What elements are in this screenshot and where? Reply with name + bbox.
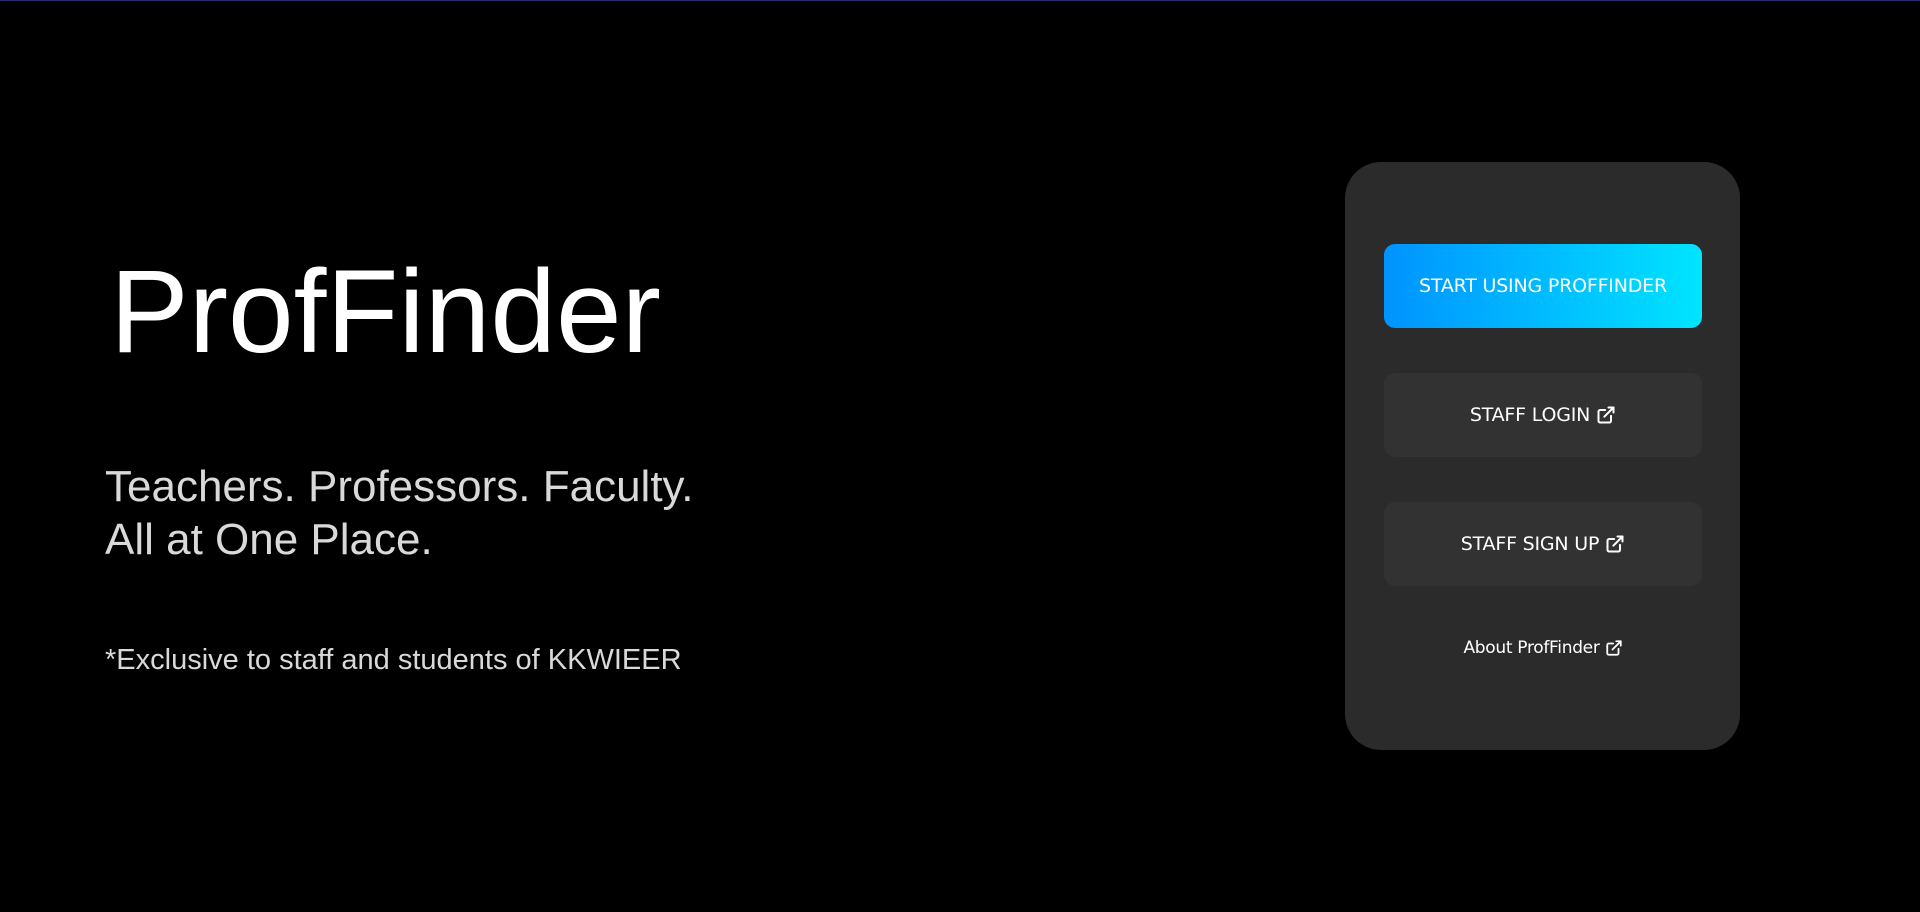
about-proffinder-label: About ProfFinder — [1463, 638, 1600, 658]
about-proffinder-link[interactable]: About ProfFinder — [1384, 628, 1702, 668]
external-link-icon — [1605, 639, 1623, 657]
action-card: START USING PROFFINDER STAFF LOGIN STAFF… — [1345, 162, 1740, 750]
hero-section: ProfFinder Teachers. Professors. Faculty… — [0, 0, 1200, 912]
external-link-icon — [1605, 534, 1625, 554]
tagline-line-1: Teachers. Professors. Faculty. — [105, 462, 694, 511]
exclusive-note: *Exclusive to staff and students of KKWI… — [105, 644, 682, 676]
tagline-line-2: All at One Place. — [105, 515, 433, 564]
staff-signup-button[interactable]: STAFF SIGN UP — [1384, 502, 1702, 586]
start-using-label: START USING PROFFINDER — [1419, 275, 1667, 297]
staff-signup-label: STAFF SIGN UP — [1460, 533, 1600, 555]
staff-login-button[interactable]: STAFF LOGIN — [1384, 373, 1702, 457]
brand-title: ProfFinder — [110, 246, 661, 378]
staff-login-label: STAFF LOGIN — [1469, 404, 1591, 426]
tagline: Teachers. Professors. Faculty. All at On… — [105, 460, 694, 566]
external-link-icon — [1596, 405, 1616, 425]
start-using-button[interactable]: START USING PROFFINDER — [1384, 244, 1702, 328]
